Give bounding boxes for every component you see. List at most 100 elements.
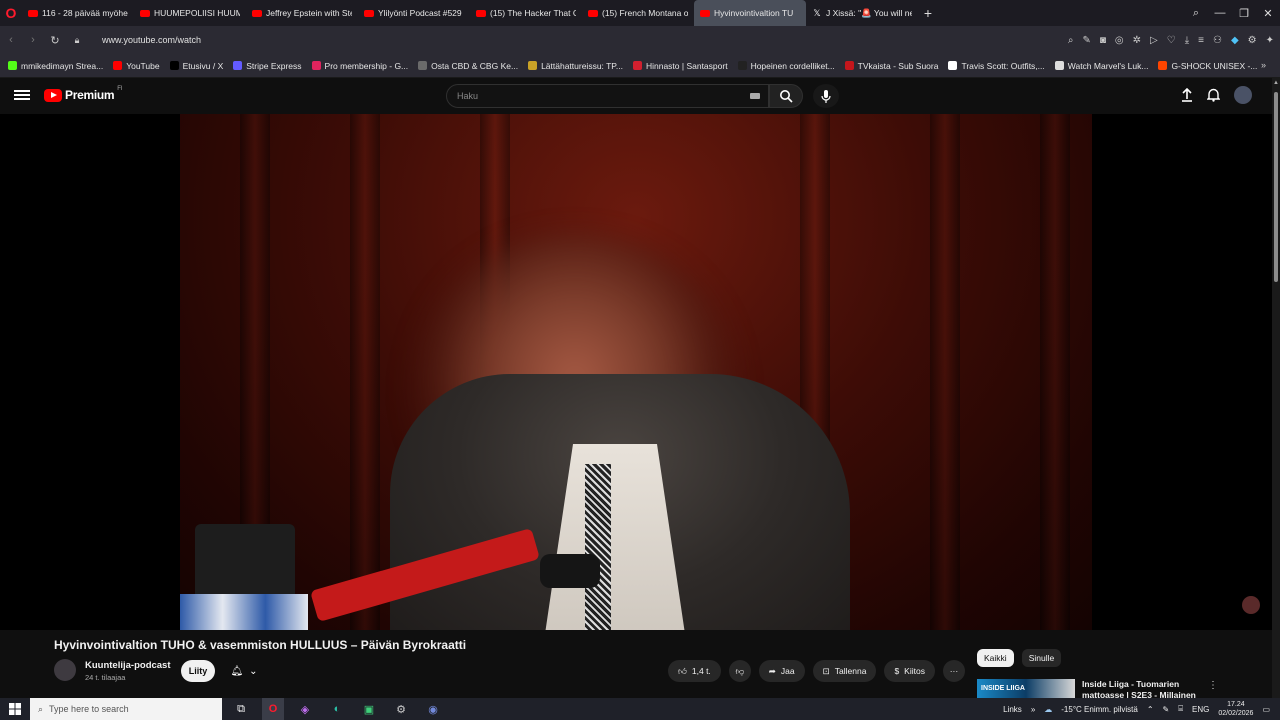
aria-icon[interactable]: ◆ bbox=[1231, 35, 1239, 46]
channel-avatar[interactable] bbox=[54, 659, 76, 681]
channel-watermark-avatar[interactable] bbox=[1242, 596, 1260, 614]
search-tabs-icon[interactable]: ⌕ bbox=[1184, 7, 1208, 20]
download-icon[interactable]: ⤓ bbox=[1185, 35, 1189, 46]
bookmark-item[interactable]: G-SHOCK UNISEX -... bbox=[1158, 61, 1257, 71]
channel-name[interactable]: Kuuntelija-podcast bbox=[85, 660, 171, 671]
chip-for-you[interactable]: Sinulle bbox=[1021, 649, 1062, 667]
language-indicator[interactable]: ENG bbox=[1192, 705, 1209, 714]
ai-icon[interactable]: ✦ bbox=[1266, 35, 1274, 46]
network-icon[interactable]: ⌸ bbox=[1178, 704, 1183, 714]
video-player[interactable] bbox=[0, 114, 1272, 630]
weather-text[interactable]: -15°C Enimm. pilvistä bbox=[1061, 705, 1138, 714]
browser-tab[interactable]: (15) The Hacker That Chan bbox=[470, 0, 582, 26]
voice-search-button[interactable] bbox=[813, 84, 839, 108]
edit-icon[interactable]: ✎ bbox=[1082, 35, 1090, 46]
maximize-icon[interactable]: ❐ bbox=[1232, 7, 1256, 20]
discord-icon[interactable]: ◉ bbox=[422, 698, 444, 720]
clock[interactable]: 17.24 02/02/2026 bbox=[1218, 700, 1253, 718]
hamburger-menu-icon[interactable] bbox=[14, 88, 30, 104]
chip-all[interactable]: Kaikki bbox=[977, 649, 1014, 667]
keyboard-icon[interactable] bbox=[750, 93, 760, 99]
bookmark-item[interactable]: Pro membership - G... bbox=[311, 61, 408, 71]
bookmark-item[interactable]: TVkaista - Sub Suora bbox=[844, 61, 938, 71]
bookmark-item[interactable]: Osta CBD & CBG Ke... bbox=[418, 61, 518, 71]
close-icon[interactable]: ✕ bbox=[1256, 7, 1280, 20]
browser-tab[interactable]: Ylilyönti Podcast #529 – U bbox=[358, 0, 470, 26]
heart-icon[interactable]: ♡ bbox=[1167, 35, 1176, 46]
chevron-right-icon[interactable]: » bbox=[1031, 705, 1035, 714]
search-button[interactable] bbox=[769, 84, 803, 108]
bookmark-item[interactable]: Hopeinen cordelliket... bbox=[737, 61, 835, 71]
bookmark-label: mmikedimayn Strea... bbox=[21, 60, 104, 71]
url-field[interactable]: www.youtube.com/watch bbox=[102, 35, 201, 45]
logo-text: Premium bbox=[65, 88, 115, 102]
browser-tab[interactable]: (15) French Montana on B bbox=[582, 0, 694, 26]
page-scrollbar[interactable]: ▲ bbox=[1272, 78, 1280, 698]
forward-icon[interactable]: › bbox=[22, 34, 44, 46]
bookmark-item[interactable]: YouTube bbox=[113, 61, 160, 71]
new-tab-button[interactable]: + bbox=[918, 5, 938, 21]
copilot-icon[interactable]: ◈ bbox=[294, 698, 316, 720]
share-label: Jaa bbox=[780, 666, 795, 676]
browser-tab[interactable]: HUUMEPOLIISI HUUMEKAUPASTA bbox=[134, 0, 246, 26]
pen-icon[interactable]: ✎ bbox=[1163, 705, 1170, 714]
browser-tab[interactable]: Hyvinvointivaltion TU bbox=[694, 0, 806, 26]
recommended-video-thumbnail[interactable]: INSIDE LIIGA bbox=[977, 679, 1075, 698]
reload-icon[interactable]: ↻ bbox=[44, 34, 66, 47]
store-icon[interactable]: ▣ bbox=[358, 698, 380, 720]
extensions-icon[interactable]: ✲ bbox=[1133, 35, 1141, 46]
join-button[interactable]: Liity bbox=[181, 660, 215, 682]
bookmark-item[interactable]: Watch Marvel's Luk... bbox=[1054, 61, 1148, 71]
scrollbar-thumb[interactable] bbox=[1274, 92, 1278, 282]
bookmarks-overflow-icon[interactable]: » bbox=[1261, 60, 1266, 70]
subscriber-count: 24 t. tilaajaa bbox=[85, 673, 126, 682]
dislike-button[interactable]: 👎︎ bbox=[728, 660, 751, 682]
links-toolbar[interactable]: Links bbox=[1003, 705, 1022, 714]
bookmark-item[interactable]: Etusivu / X bbox=[169, 61, 223, 71]
subscription-bell-button[interactable]: 🔔︎ ⌄ bbox=[222, 660, 266, 682]
bookmark-item[interactable]: Travis Scott: Outfits,... bbox=[948, 61, 1045, 71]
notifications-icon[interactable]: ▭ bbox=[1262, 705, 1270, 714]
search-input[interactable] bbox=[447, 85, 727, 107]
player-icon[interactable]: ▷ bbox=[1150, 35, 1158, 46]
recommended-video-title[interactable]: Inside Liiga - Tuomarien mattoasse | S2E… bbox=[1082, 679, 1202, 698]
save-button[interactable]: ⊡ Tallenna bbox=[812, 660, 877, 682]
browser-tab[interactable]: 𝕏 J Xissä: "🚨 You will never bbox=[806, 0, 918, 26]
camera-icon[interactable]: ◙ bbox=[1100, 35, 1106, 46]
bookmark-item[interactable]: Lättähattureissu: TP... bbox=[528, 61, 623, 71]
back-icon[interactable]: ‹ bbox=[0, 34, 22, 46]
windows-start-button[interactable] bbox=[0, 703, 30, 715]
zoom-icon[interactable]: ⌕ bbox=[1068, 35, 1074, 46]
like-button[interactable]: 👍︎ 1,4 t. bbox=[668, 660, 721, 682]
edge-icon[interactable]: ◐ bbox=[326, 698, 348, 720]
opera-taskbar-icon[interactable]: O bbox=[262, 698, 284, 720]
bookmark-item[interactable]: Stripe Express bbox=[233, 61, 302, 71]
easy-setup-icon[interactable]: ≡ bbox=[1198, 35, 1204, 46]
youtube-premium-logo[interactable]: Premium FI bbox=[44, 86, 123, 102]
tray-overflow-icon[interactable]: ⌃ bbox=[1147, 705, 1154, 714]
browser-tab[interactable]: Jeffrey Epstein with Steve bbox=[246, 0, 358, 26]
lock-icon[interactable]: 🔒︎ bbox=[66, 35, 88, 46]
share-button[interactable]: ➦ Jaa bbox=[758, 660, 805, 682]
bookmark-item[interactable]: Hinnasto | Santasport bbox=[632, 61, 728, 71]
more-actions-button[interactable]: ··· bbox=[942, 660, 965, 682]
thanks-label: Kiitos bbox=[904, 666, 925, 676]
settings-icon[interactable]: ⚙ bbox=[1248, 35, 1257, 46]
bookmark-favicon-icon bbox=[1158, 61, 1168, 70]
opera-logo-icon[interactable]: O bbox=[0, 0, 22, 26]
scroll-up-icon[interactable]: ▲ bbox=[1273, 80, 1279, 86]
minimize-icon[interactable]: — bbox=[1208, 7, 1232, 19]
upload-icon[interactable] bbox=[1181, 88, 1193, 102]
account-avatar[interactable] bbox=[1234, 86, 1252, 104]
settings-app-icon[interactable]: ⚙ bbox=[390, 698, 412, 720]
notifications-bell-icon[interactable] bbox=[1207, 88, 1220, 102]
profile-icon[interactable]: ⚇ bbox=[1213, 35, 1222, 46]
task-view-icon[interactable]: ⧉ bbox=[230, 698, 252, 720]
browser-tab[interactable]: 116 - 28 päivää myöhemmin bbox=[22, 0, 134, 26]
bookmark-item[interactable]: mmikedimayn Strea... bbox=[8, 61, 103, 71]
video-actions: 👍︎ 1,4 t. 👎︎ ➦ Jaa ⊡ Tallenna $ Kiitos ·… bbox=[668, 660, 965, 682]
taskbar-search[interactable]: ⌕ Type here to search bbox=[30, 698, 222, 720]
vpn-icon[interactable]: ◎ bbox=[1115, 35, 1124, 46]
more-vertical-icon[interactable]: ⋮ bbox=[1208, 680, 1218, 691]
thanks-button[interactable]: $ Kiitos bbox=[884, 660, 935, 682]
